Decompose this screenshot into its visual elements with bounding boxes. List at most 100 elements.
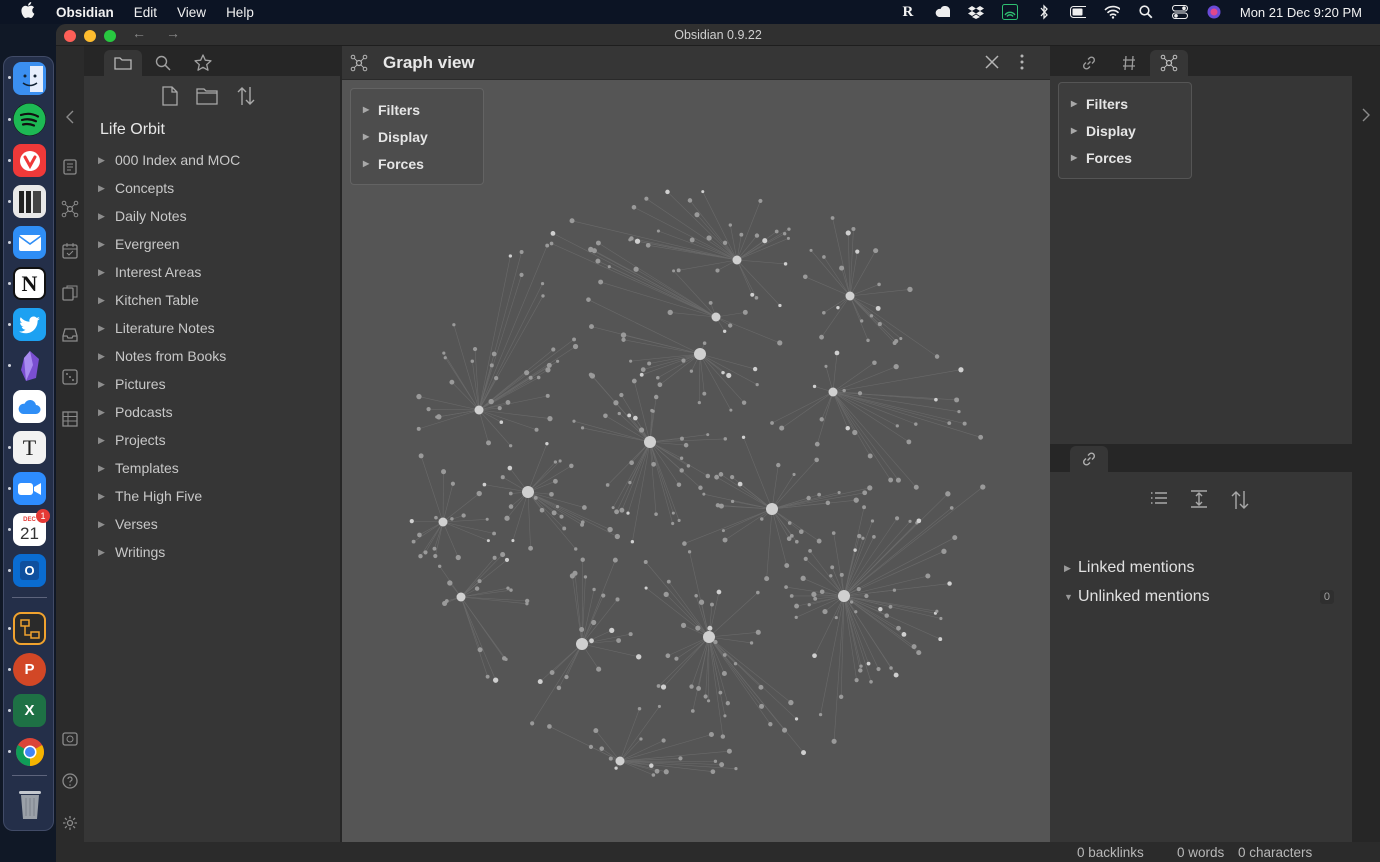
graph-node[interactable] <box>913 484 919 490</box>
icloud-icon[interactable] <box>934 5 950 19</box>
graph-node[interactable] <box>800 575 806 581</box>
graph-node[interactable] <box>952 535 958 541</box>
graph-node[interactable] <box>537 679 543 685</box>
graph-node[interactable] <box>760 517 764 521</box>
folder-item[interactable]: ▶ Verses <box>98 516 158 532</box>
spotlight-search-icon[interactable] <box>1138 5 1154 19</box>
graph-node[interactable] <box>572 337 577 342</box>
sort-icon[interactable] <box>1230 490 1250 513</box>
status-backlinks[interactable]: 0 backlinks <box>1077 845 1144 860</box>
books-app-icon[interactable] <box>13 185 46 218</box>
graph-node[interactable] <box>660 684 667 690</box>
graph-node[interactable] <box>539 507 545 513</box>
mail-icon[interactable] <box>13 226 46 259</box>
graph-node[interactable] <box>679 456 684 460</box>
graph-node[interactable] <box>794 615 798 619</box>
graph-node[interactable] <box>607 265 611 269</box>
graph-node[interactable] <box>588 744 594 749</box>
graph-hub-node[interactable] <box>576 638 588 650</box>
graph-node[interactable] <box>818 712 823 717</box>
graph-node[interactable] <box>788 699 794 706</box>
graph-node[interactable] <box>639 737 643 741</box>
local-graph-filters-toggle[interactable]: ▶ Filters <box>1059 90 1191 117</box>
excel-icon[interactable]: X <box>13 694 46 727</box>
graph-node[interactable] <box>739 232 744 237</box>
folder-item[interactable]: ▶ Podcasts <box>98 404 173 420</box>
graph-node[interactable] <box>656 375 660 380</box>
graph-node[interactable] <box>750 292 755 297</box>
folder-item[interactable]: ▶ Evergreen <box>98 236 180 252</box>
apple-icon[interactable] <box>0 2 56 22</box>
graph-node[interactable] <box>665 653 671 659</box>
trash-icon[interactable] <box>13 787 46 820</box>
graph-node[interactable] <box>607 526 613 533</box>
graph-node[interactable] <box>754 233 760 238</box>
graph-node[interactable] <box>768 721 773 727</box>
graph-node[interactable] <box>661 738 666 743</box>
graph-node[interactable] <box>541 294 545 298</box>
graph-node[interactable] <box>683 442 689 448</box>
graph-node[interactable] <box>901 631 907 637</box>
collapse-results-list-icon[interactable] <box>1150 490 1168 513</box>
graph-node[interactable] <box>433 553 438 559</box>
graph-node[interactable] <box>547 415 553 422</box>
graph-node[interactable] <box>687 198 693 203</box>
graph-node[interactable] <box>698 599 705 605</box>
folder-item[interactable]: ▶ Literature Notes <box>98 320 215 336</box>
graph-node[interactable] <box>694 593 698 598</box>
graph-node[interactable] <box>435 415 439 419</box>
graph-node[interactable] <box>654 512 658 516</box>
folder-item[interactable]: ▶ 000 Index and MOC <box>98 152 240 168</box>
graph-node[interactable] <box>580 426 585 430</box>
graph-node[interactable] <box>442 351 446 355</box>
graph-node[interactable] <box>572 419 576 423</box>
graph-node[interactable] <box>437 564 442 569</box>
graph-node[interactable] <box>862 505 867 510</box>
graph-node[interactable] <box>631 204 637 210</box>
graph-node[interactable] <box>856 587 861 592</box>
graph-node[interactable] <box>792 472 796 476</box>
graph-node[interactable] <box>813 596 818 601</box>
graph-node[interactable] <box>443 356 447 360</box>
search-tab[interactable] <box>144 50 182 76</box>
graph-node[interactable] <box>907 286 913 293</box>
graph-node[interactable] <box>893 672 899 678</box>
graph-node[interactable] <box>651 773 656 777</box>
graph-node[interactable] <box>776 462 781 468</box>
vault-name[interactable]: Life Orbit <box>100 121 165 139</box>
graph-node[interactable] <box>872 360 877 366</box>
graph-node[interactable] <box>730 475 735 480</box>
graph-network[interactable] <box>342 80 1050 842</box>
graph-node[interactable] <box>551 347 556 352</box>
graph-node[interactable] <box>718 503 724 509</box>
graph-node[interactable] <box>500 552 506 558</box>
graph-node[interactable] <box>644 586 648 590</box>
graph-node[interactable] <box>633 415 638 421</box>
graph-node[interactable] <box>756 590 760 595</box>
graph-node[interactable] <box>962 421 967 426</box>
graph-node[interactable] <box>667 309 673 316</box>
unlinked-mentions-toggle[interactable]: ▼ Unlinked mentions <box>1064 588 1210 606</box>
graph-view-icon[interactable] <box>61 200 79 218</box>
folder-item[interactable]: ▶ Concepts <box>98 180 174 196</box>
graph-node[interactable] <box>945 491 951 497</box>
graph-node[interactable] <box>619 392 624 398</box>
local-graph-forces-toggle[interactable]: ▶ Forces <box>1059 144 1191 171</box>
graph-node[interactable] <box>663 591 669 598</box>
graph-node[interactable] <box>707 625 713 631</box>
graph-node[interactable] <box>663 769 669 775</box>
graph-node[interactable] <box>789 594 794 598</box>
graph-node[interactable] <box>819 334 824 340</box>
graph-node[interactable] <box>954 397 960 403</box>
graph-node[interactable] <box>895 477 901 483</box>
graph-hub-node[interactable] <box>522 486 534 498</box>
graph-node[interactable] <box>582 505 587 510</box>
graph-node[interactable] <box>486 539 490 543</box>
graph-node[interactable] <box>508 444 513 448</box>
graph-node[interactable] <box>508 504 514 509</box>
graph-hub-node[interactable] <box>732 255 742 265</box>
graph-node[interactable] <box>713 639 718 645</box>
graph-node[interactable] <box>794 539 799 544</box>
folder-item[interactable]: ▶ Notes from Books <box>98 348 226 364</box>
graph-node[interactable] <box>450 517 454 521</box>
